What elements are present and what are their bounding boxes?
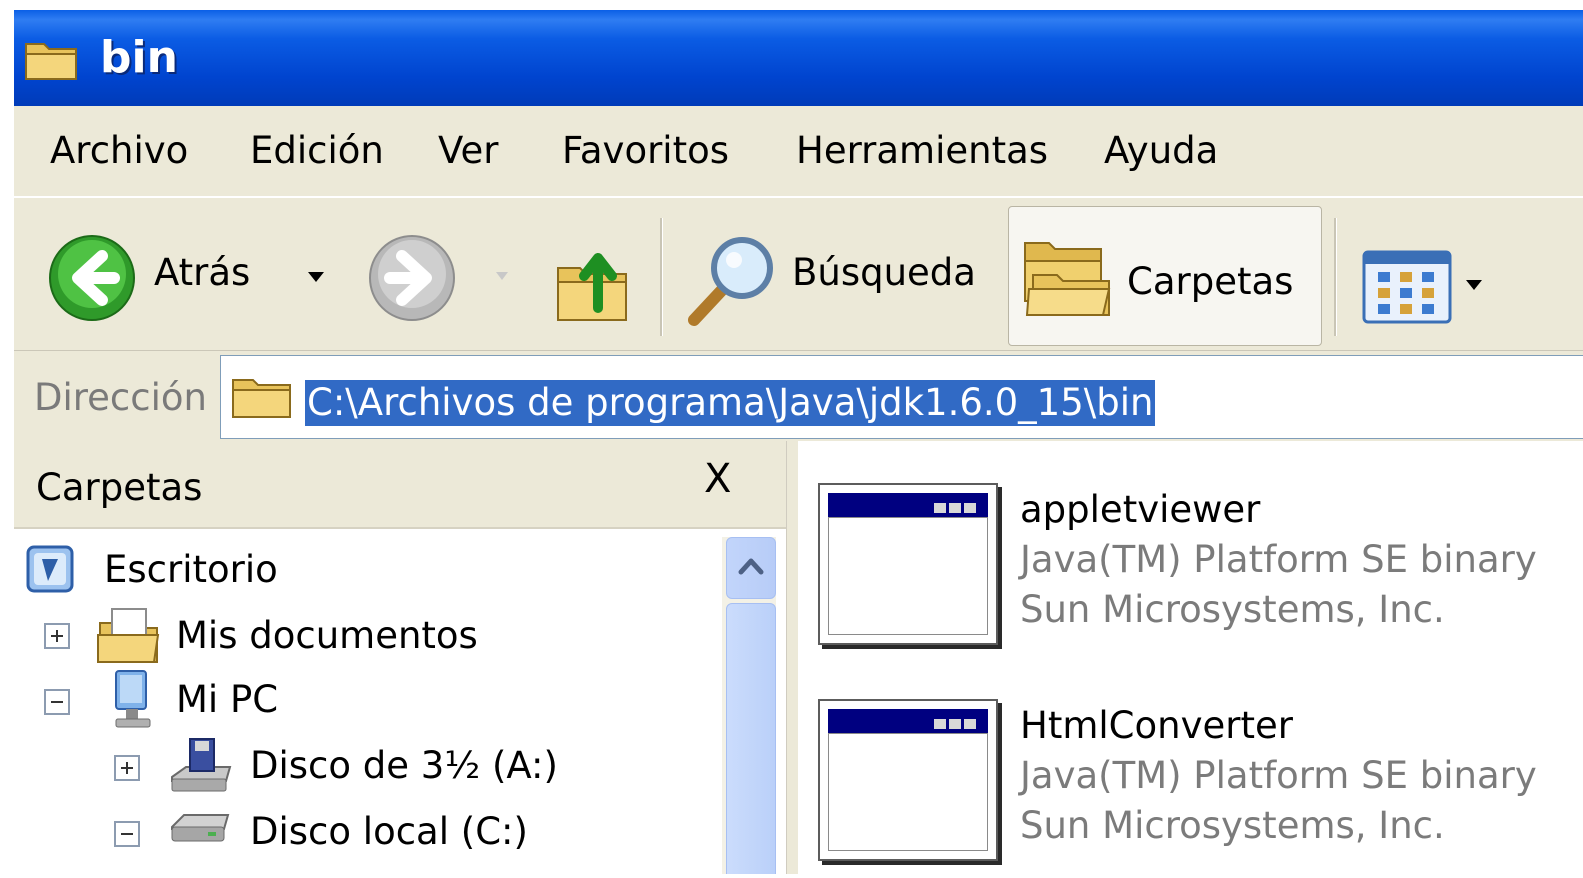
menu-edicion[interactable]: Edición bbox=[250, 128, 384, 174]
folders-pane-title: Carpetas bbox=[36, 466, 203, 509]
tree-item-label: Disco de 3½ (A:) bbox=[250, 744, 558, 787]
back-arrow-icon bbox=[49, 235, 135, 321]
scroll-thumb[interactable] bbox=[726, 603, 776, 874]
folders-label: Carpetas bbox=[1127, 260, 1294, 303]
toolbar-separator bbox=[660, 218, 663, 336]
file-description: Java(TM) Platform SE binary bbox=[1020, 538, 1537, 581]
folder-icon bbox=[25, 43, 77, 80]
my-documents-icon bbox=[97, 608, 160, 663]
file-company: Sun Microsystems, Inc. bbox=[1020, 804, 1445, 847]
collapse-toggle[interactable] bbox=[114, 821, 140, 847]
chevron-up-icon bbox=[738, 558, 764, 575]
floppy-drive-icon bbox=[171, 738, 232, 792]
tree-item-label: Mis documentos bbox=[176, 614, 478, 657]
search-button[interactable]: Búsqueda bbox=[682, 228, 982, 328]
address-value: C:\Archivos de programa\Java\jdk1.6.0_15… bbox=[305, 380, 1156, 426]
forward-dropdown-icon bbox=[496, 272, 508, 280]
tree-item-mi-pc[interactable]: Mi PC bbox=[44, 669, 644, 729]
toolbar: Atrás Búsqueda Carpetas bbox=[14, 198, 1583, 351]
application-window-icon bbox=[818, 483, 998, 645]
my-computer-icon bbox=[115, 670, 151, 728]
tree-item-escritorio[interactable]: Escritorio bbox=[24, 539, 624, 599]
toolbar-separator bbox=[1334, 218, 1337, 336]
tree-item-local-c[interactable]: Disco local (C:) bbox=[114, 801, 714, 861]
title-bar[interactable]: bin bbox=[14, 10, 1583, 106]
menu-bar: Archivo Edición Ver Favoritos Herramient… bbox=[14, 106, 1583, 198]
menu-ayuda[interactable]: Ayuda bbox=[1104, 128, 1218, 174]
back-dropdown-icon[interactable] bbox=[306, 270, 326, 284]
forward-arrow-icon bbox=[369, 235, 455, 321]
tree-item-mis-documentos[interactable]: Mis documentos bbox=[44, 605, 644, 665]
folders-icon bbox=[1024, 242, 1111, 316]
file-name: appletviewer bbox=[1020, 488, 1261, 531]
tree-item-floppy-a[interactable]: Disco de 3½ (A:) bbox=[114, 735, 714, 795]
views-dropdown-icon bbox=[1466, 280, 1482, 290]
folder-icon bbox=[232, 379, 291, 418]
search-label: Búsqueda bbox=[792, 251, 976, 294]
file-description: Java(TM) Platform SE binary bbox=[1020, 754, 1537, 797]
hard-drive-icon bbox=[171, 814, 230, 842]
menu-ver[interactable]: Ver bbox=[438, 128, 498, 174]
desktop-icon bbox=[26, 545, 74, 593]
folders-pane: Carpetas X Escritorio Mis documentos Mi … bbox=[14, 441, 787, 874]
views-button[interactable] bbox=[1360, 246, 1490, 326]
menu-herramientas[interactable]: Herramientas bbox=[796, 128, 1048, 174]
explorer-window: bin Archivo Edición Ver Favoritos Herram… bbox=[14, 10, 1583, 874]
views-icon bbox=[1362, 250, 1452, 324]
folders-pane-header: Carpetas X bbox=[14, 441, 786, 529]
address-input[interactable]: C:\Archivos de programa\Java\jdk1.6.0_15… bbox=[220, 355, 1583, 439]
menu-archivo[interactable]: Archivo bbox=[50, 128, 188, 174]
tree-item-label: Disco local (C:) bbox=[250, 810, 528, 853]
expand-toggle[interactable] bbox=[114, 755, 140, 781]
tree-item-label: Mi PC bbox=[176, 678, 279, 721]
magnifier-icon bbox=[688, 237, 773, 326]
window-title: bin bbox=[100, 32, 178, 83]
application-window-icon bbox=[818, 699, 998, 861]
address-label: Dirección bbox=[34, 376, 207, 419]
scroll-up-button[interactable] bbox=[726, 537, 776, 599]
forward-button[interactable] bbox=[364, 228, 514, 328]
folders-button[interactable]: Carpetas bbox=[1008, 206, 1322, 346]
menu-favoritos[interactable]: Favoritos bbox=[562, 128, 729, 174]
expand-toggle[interactable] bbox=[44, 623, 70, 649]
file-item-htmlconverter[interactable]: HtmlConverter Java(TM) Platform SE binar… bbox=[818, 699, 1578, 869]
folder-up-icon[interactable] bbox=[554, 238, 634, 324]
files-pane: appletviewer Java(TM) Platform SE binary… bbox=[798, 441, 1583, 874]
tree-item-label: Escritorio bbox=[104, 548, 278, 591]
file-name: HtmlConverter bbox=[1020, 704, 1293, 747]
folders-scrollbar[interactable] bbox=[722, 537, 776, 874]
back-button[interactable]: Atrás bbox=[44, 228, 334, 328]
close-icon[interactable]: X bbox=[704, 455, 731, 503]
address-bar: Dirección C:\Archivos de programa\Java\j… bbox=[14, 351, 1583, 441]
collapse-toggle[interactable] bbox=[44, 689, 70, 715]
file-item-appletviewer[interactable]: appletviewer Java(TM) Platform SE binary… bbox=[818, 483, 1578, 653]
back-label: Atrás bbox=[154, 251, 251, 294]
file-company: Sun Microsystems, Inc. bbox=[1020, 588, 1445, 631]
